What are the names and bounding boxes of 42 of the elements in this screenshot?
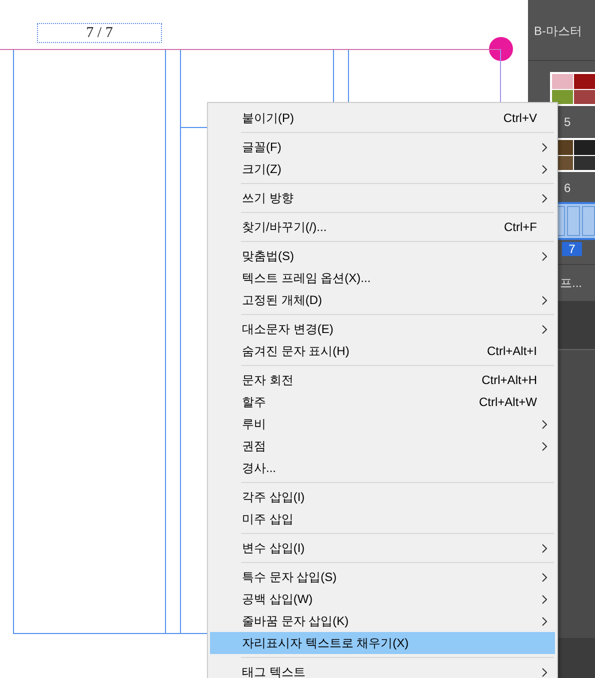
- master-page-item[interactable]: B-마스터: [534, 22, 595, 40]
- menu-item[interactable]: 줄바꿈 문자 삽입(K): [210, 610, 555, 632]
- chevron-right-icon: [542, 572, 547, 582]
- page-number-label[interactable]: 7: [562, 242, 582, 256]
- chevron-right-icon: [542, 594, 547, 604]
- menu-item[interactable]: 태그 텍스트: [210, 661, 555, 678]
- chevron-right-icon: [542, 252, 547, 260]
- menu-item[interactable]: 특수 문자 삽입(S): [210, 566, 555, 588]
- menu-item[interactable]: 미주 삽입: [210, 508, 555, 530]
- handle-icon[interactable]: [489, 37, 513, 61]
- menu-item[interactable]: 변수 삽입(I): [210, 537, 555, 559]
- chevron-right-icon: [542, 544, 547, 552]
- chevron-right-icon: [542, 296, 547, 304]
- menu-item[interactable]: 붙이기(P) Ctrl+V: [210, 107, 555, 129]
- chevron-right-icon: [542, 616, 547, 626]
- menu-item[interactable]: 권점: [210, 435, 555, 457]
- panel-footer-text: 프...: [560, 276, 582, 290]
- menu-item[interactable]: 글꼴(F): [210, 136, 555, 158]
- menu-item[interactable]: 각주 삽입(I): [210, 486, 555, 508]
- menu-item[interactable]: 문자 회전 Ctrl+Alt+H: [210, 369, 555, 391]
- chevron-right-icon: [542, 442, 547, 450]
- menu-item[interactable]: 대소문자 변경(E): [210, 318, 555, 340]
- chevron-right-icon: [542, 324, 547, 334]
- chevron-right-icon: [542, 668, 547, 676]
- menu-item[interactable]: 자리표시자 텍스트로 채우기(X): [210, 632, 555, 654]
- menu-item[interactable]: 쓰기 방향: [210, 187, 555, 209]
- menu-item[interactable]: 맞춤법(S): [210, 245, 555, 267]
- chevron-right-icon: [542, 420, 547, 428]
- page-number: 7 / 7: [86, 24, 113, 43]
- menu-item[interactable]: 크기(Z): [210, 158, 555, 180]
- page-thumbnail[interactable]: [550, 72, 595, 106]
- menu-item[interactable]: 경사...: [210, 457, 555, 479]
- menu-item[interactable]: 찾기/바꾸기(/)... Ctrl+F: [210, 216, 555, 238]
- chevron-right-icon: [542, 194, 547, 202]
- chevron-right-icon: [542, 164, 547, 174]
- menu-item[interactable]: 고정된 개체(D): [210, 289, 555, 311]
- chevron-right-icon: [542, 142, 547, 152]
- menu-item[interactable]: 공백 삽입(W): [210, 588, 555, 610]
- menu-item[interactable]: 할주 Ctrl+Alt+W: [210, 391, 555, 413]
- menu-item[interactable]: 텍스트 프레임 옵션(X)...: [210, 267, 555, 289]
- menu-item[interactable]: 루비: [210, 413, 555, 435]
- menu-item[interactable]: 숨겨진 문자 표시(H) Ctrl+Alt+I: [210, 340, 555, 362]
